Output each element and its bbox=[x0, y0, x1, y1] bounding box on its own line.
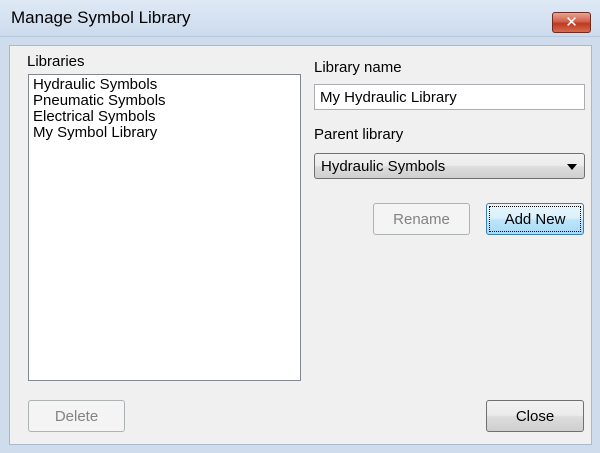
chevron-down-icon bbox=[567, 164, 577, 170]
dialog-content: Libraries Hydraulic Symbols Pneumatic Sy… bbox=[9, 45, 592, 445]
list-item[interactable]: My Symbol Library bbox=[33, 125, 300, 141]
libraries-label: Libraries bbox=[27, 53, 85, 70]
delete-button[interactable]: Delete bbox=[28, 400, 125, 432]
window-title: Manage Symbol Library bbox=[11, 8, 191, 27]
close-button-label: Close bbox=[515, 407, 555, 425]
list-item[interactable]: Pneumatic Symbols bbox=[33, 93, 300, 109]
list-item[interactable]: Hydraulic Symbols bbox=[33, 77, 300, 93]
close-button[interactable]: Close bbox=[486, 400, 584, 432]
add-new-button-label: Add New bbox=[504, 210, 566, 228]
libraries-listbox[interactable]: Hydraulic Symbols Pneumatic Symbols Elec… bbox=[28, 74, 301, 381]
parent-library-selected-value: Hydraulic Symbols bbox=[321, 158, 446, 175]
window-close-button[interactable]: ✕ bbox=[552, 12, 591, 33]
title-bar[interactable]: Manage Symbol Library ✕ bbox=[0, 0, 600, 37]
library-name-input[interactable] bbox=[314, 84, 585, 110]
delete-button-label: Delete bbox=[54, 407, 99, 425]
add-new-button[interactable]: Add New bbox=[486, 203, 584, 235]
list-item[interactable]: Electrical Symbols bbox=[33, 109, 300, 125]
parent-library-label: Parent library bbox=[314, 126, 404, 143]
rename-button[interactable]: Rename bbox=[373, 203, 470, 235]
close-icon: ✕ bbox=[565, 14, 578, 31]
rename-button-label: Rename bbox=[393, 210, 450, 228]
parent-library-select[interactable]: Hydraulic Symbols bbox=[314, 153, 585, 179]
library-name-label: Library name bbox=[314, 59, 402, 76]
dialog-window: Manage Symbol Library ✕ Libraries Hydrau… bbox=[0, 0, 600, 453]
